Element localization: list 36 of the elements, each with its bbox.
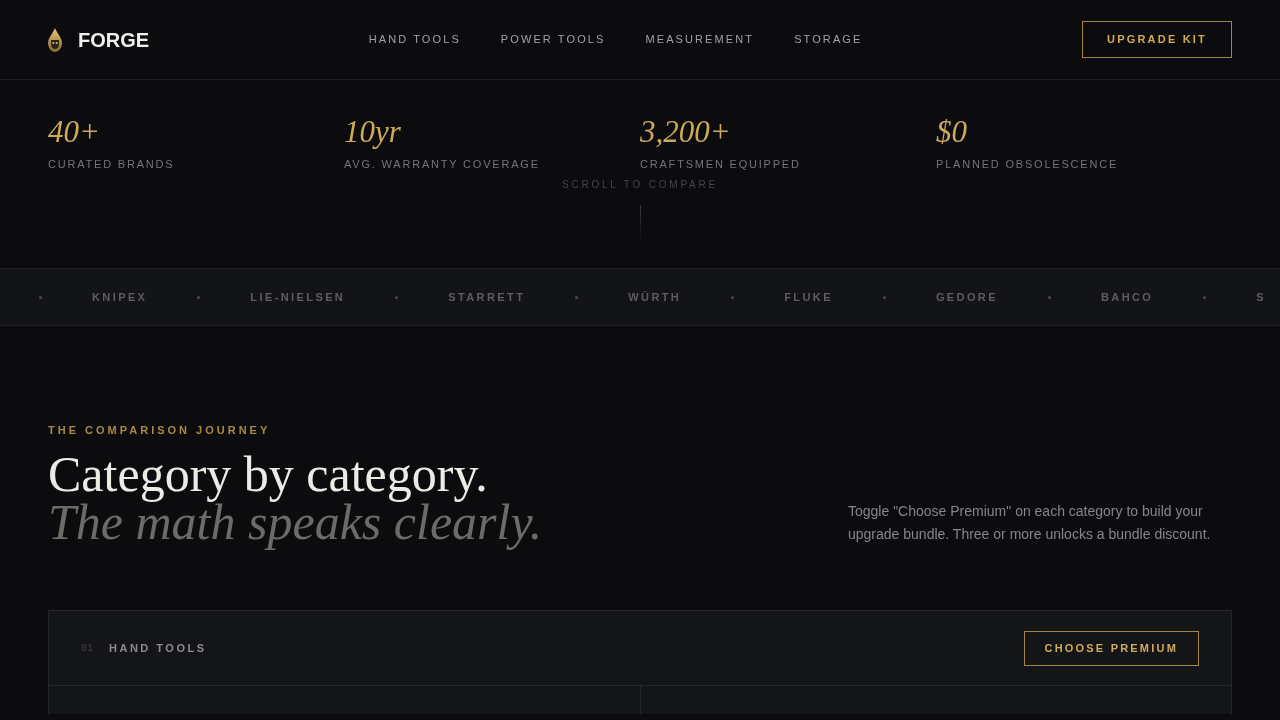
brand-name[interactable]: FORGE [78, 29, 150, 50]
section-description: Toggle "Choose Premium" on each category to build your upgrade bundle. Three or more unlocks a bundle discount. [848, 502, 1212, 544]
brand-name-text: STARRETT [448, 289, 526, 305]
stat-label: PLANNED OBSOLESCENCE [936, 158, 1120, 171]
brand-name-text: BAHCO [1100, 289, 1154, 305]
brand-name-text: WÜRTH [628, 289, 682, 305]
section-eyebrow: THE COMPARISON JOURNEY [48, 424, 272, 437]
nav-link[interactable]: HAND TOOLS [368, 31, 461, 48]
stat-value: 40+ [48, 116, 101, 147]
category-name: HAND TOOLS [109, 640, 207, 656]
stat-value: 10yr [344, 116, 402, 147]
stat-label: CURATED BRANDS [48, 158, 176, 171]
brand-name-text: GEDORE [935, 289, 998, 305]
brand-name-text: FLUKE [784, 289, 833, 305]
nav-link[interactable]: POWER TOOLS [500, 31, 606, 48]
drop-emblem-icon[interactable] [48, 27, 62, 52]
separator-dot-icon [731, 295, 735, 299]
separator-dot-icon [882, 295, 886, 299]
nav-link[interactable]: MEASUREMENT [645, 31, 755, 48]
separator-dot-icon [395, 295, 399, 299]
stat-label: CRAFTSMEN EQUIPPED [640, 158, 802, 171]
stat-value: 3,200+ [640, 116, 732, 147]
scroll-hint: SCROLL TO COMPARE [561, 179, 719, 191]
separator-dot-icon [197, 295, 201, 299]
brand-name-text: KNIPEX [92, 289, 148, 305]
brand-name-text: S [1256, 289, 1267, 305]
upgrade-kit-button[interactable]: UPGRADE KIT [1082, 21, 1232, 58]
separator-dot-icon [39, 295, 42, 299]
stat-value: $0 [936, 116, 968, 147]
separator-dot-icon [575, 295, 579, 299]
separator-dot-icon [1203, 295, 1207, 299]
nav-link[interactable]: STORAGE [794, 31, 863, 48]
brand-name-text: LIE-NIELSEN [250, 289, 346, 305]
stat-label: AVG. WARRANTY COVERAGE [344, 158, 541, 171]
separator-dot-icon [1047, 295, 1051, 299]
choose-premium-button[interactable]: CHOOSE PREMIUM [1023, 630, 1199, 666]
